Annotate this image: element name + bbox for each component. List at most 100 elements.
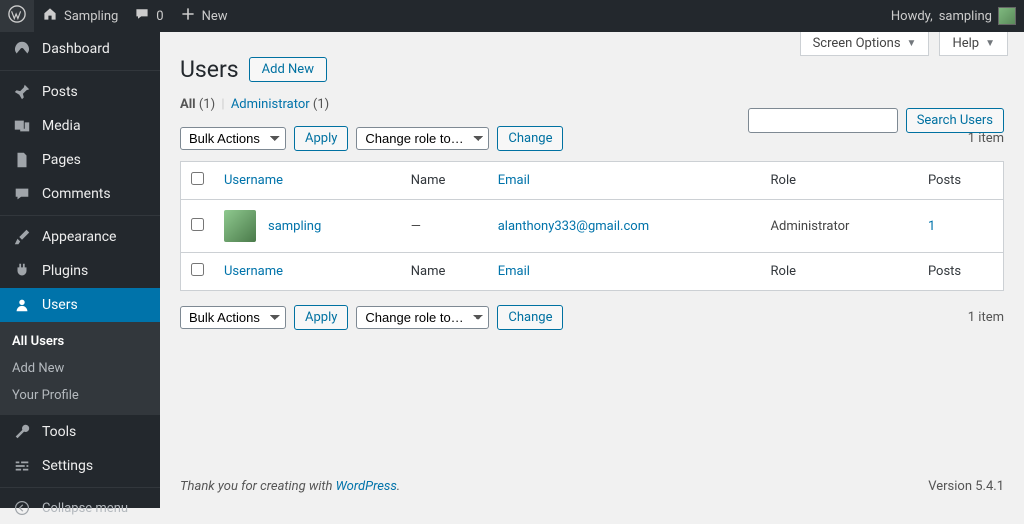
sidebar-item-media[interactable]: Media bbox=[0, 109, 160, 143]
filter-all[interactable]: All bbox=[180, 97, 196, 112]
col-name: Name bbox=[401, 253, 488, 291]
sidebar-item-settings[interactable]: Settings bbox=[0, 449, 160, 483]
col-email[interactable]: Email bbox=[498, 264, 530, 279]
apply-button-bottom[interactable]: Apply bbox=[294, 305, 348, 330]
change-role-select[interactable]: Change role to… bbox=[356, 127, 489, 150]
help-tab[interactable]: Help ▼ bbox=[939, 32, 1008, 56]
submenu-your-profile[interactable]: Your Profile bbox=[0, 382, 160, 409]
new-label: New bbox=[202, 9, 228, 24]
filter-administrator[interactable]: Administrator bbox=[231, 97, 310, 112]
new-content[interactable]: New bbox=[172, 0, 236, 32]
screen-options-label: Screen Options bbox=[813, 36, 901, 51]
site-link[interactable]: Sampling bbox=[34, 0, 126, 32]
sidebar-item-posts[interactable]: Posts bbox=[0, 75, 160, 109]
sidebar-item-comments[interactable]: Comments bbox=[0, 177, 160, 211]
sidebar-item-dashboard[interactable]: Dashboard bbox=[0, 32, 160, 66]
row-role: Administrator bbox=[761, 200, 918, 253]
col-posts: Posts bbox=[918, 253, 1004, 291]
sidebar-item-label: Dashboard bbox=[42, 41, 110, 57]
screen-options-tab[interactable]: Screen Options ▼ bbox=[800, 32, 930, 56]
media-icon bbox=[12, 117, 32, 135]
collapse-menu[interactable]: Collapse menu bbox=[0, 492, 160, 524]
dashboard-icon bbox=[12, 40, 32, 58]
col-role: Role bbox=[761, 162, 918, 200]
comments-count: 0 bbox=[156, 9, 163, 24]
sidebar-submenu-users: All Users Add New Your Profile bbox=[0, 322, 160, 415]
sidebar-item-label: Plugins bbox=[42, 263, 88, 279]
brush-icon bbox=[12, 228, 32, 246]
select-all-bottom[interactable] bbox=[191, 263, 204, 276]
wp-logo[interactable] bbox=[0, 0, 34, 32]
sidebar-item-label: Appearance bbox=[42, 229, 116, 245]
chevron-down-icon: ▼ bbox=[985, 38, 995, 49]
admin-sidebar: Dashboard Posts Media Pages Comments App… bbox=[0, 32, 160, 508]
footer-wp-link[interactable]: WordPress bbox=[336, 479, 397, 494]
comment-icon bbox=[12, 185, 32, 203]
comments-link[interactable]: 0 bbox=[126, 0, 171, 32]
submenu-all-users[interactable]: All Users bbox=[0, 328, 160, 355]
sidebar-item-pages[interactable]: Pages bbox=[0, 143, 160, 177]
bulk-actions-select[interactable]: Bulk Actions bbox=[180, 127, 286, 150]
col-email[interactable]: Email bbox=[498, 173, 530, 188]
wrench-icon bbox=[12, 423, 32, 441]
item-count-bottom: 1 item bbox=[968, 310, 1004, 325]
item-count: 1 item bbox=[968, 131, 1004, 146]
filter-admin-count: (1) bbox=[313, 97, 329, 112]
row-checkbox[interactable] bbox=[191, 218, 204, 231]
col-role: Role bbox=[761, 253, 918, 291]
sidebar-item-label: Posts bbox=[42, 84, 78, 100]
row-username[interactable]: sampling bbox=[268, 219, 321, 234]
admin-toolbar: Sampling 0 New Howdy, sampling bbox=[0, 0, 1024, 32]
footer-version: Version 5.4.1 bbox=[928, 479, 1004, 494]
users-table: Username Name Email Role Posts sampling … bbox=[180, 161, 1004, 291]
plus-icon bbox=[180, 6, 196, 26]
comment-icon bbox=[134, 6, 150, 26]
col-name: Name bbox=[401, 162, 488, 200]
wordpress-icon bbox=[8, 5, 26, 27]
my-account[interactable]: Howdy, sampling bbox=[883, 0, 1024, 32]
search-users-button[interactable]: Search Users bbox=[906, 108, 1004, 133]
row-posts[interactable]: 1 bbox=[928, 219, 935, 234]
avatar bbox=[224, 210, 256, 242]
change-button[interactable]: Change bbox=[497, 126, 563, 151]
change-button-bottom[interactable]: Change bbox=[497, 305, 563, 330]
add-new-button[interactable]: Add New bbox=[249, 57, 327, 82]
help-label: Help bbox=[952, 36, 979, 51]
table-row: sampling — alanthony333@gmail.com Admini… bbox=[181, 200, 1004, 253]
filter-all-count: (1) bbox=[199, 97, 215, 112]
sidebar-item-plugins[interactable]: Plugins bbox=[0, 254, 160, 288]
home-icon bbox=[42, 6, 58, 26]
apply-button[interactable]: Apply bbox=[294, 126, 348, 151]
content-area: Screen Options▼ Help▼ Users Add New All … bbox=[160, 32, 1024, 508]
sidebar-item-users[interactable]: Users bbox=[0, 288, 160, 322]
search-input[interactable] bbox=[748, 108, 898, 133]
site-name: Sampling bbox=[64, 9, 118, 24]
user-icon bbox=[12, 296, 32, 314]
col-posts: Posts bbox=[918, 162, 1004, 200]
sidebar-item-label: Pages bbox=[42, 152, 81, 168]
sidebar-item-label: Tools bbox=[42, 424, 76, 440]
avatar bbox=[998, 7, 1016, 25]
admin-footer: Thank you for creating with WordPress. V… bbox=[160, 465, 1024, 508]
select-all-top[interactable] bbox=[191, 172, 204, 185]
bulk-actions-select-bottom[interactable]: Bulk Actions bbox=[180, 306, 286, 329]
row-email[interactable]: alanthony333@gmail.com bbox=[498, 219, 649, 234]
collapse-label: Collapse menu bbox=[42, 501, 128, 516]
sliders-icon bbox=[12, 457, 32, 475]
tablenav-bottom: Bulk Actions Apply Change role to… Chang… bbox=[180, 305, 1004, 330]
sidebar-item-tools[interactable]: Tools bbox=[0, 415, 160, 449]
search-box: Search Users bbox=[748, 108, 1004, 133]
row-name: — bbox=[401, 200, 488, 253]
sidebar-item-label: Users bbox=[42, 297, 78, 313]
plug-icon bbox=[12, 262, 32, 280]
change-role-select-bottom[interactable]: Change role to… bbox=[356, 306, 489, 329]
howdy-user: sampling bbox=[939, 9, 992, 24]
chevron-down-icon: ▼ bbox=[907, 38, 917, 49]
col-username[interactable]: Username bbox=[224, 173, 283, 188]
col-username[interactable]: Username bbox=[224, 264, 283, 279]
footer-thankyou: Thank you for creating with bbox=[180, 479, 336, 494]
sidebar-item-label: Comments bbox=[42, 186, 111, 202]
sidebar-item-appearance[interactable]: Appearance bbox=[0, 220, 160, 254]
pin-icon bbox=[12, 83, 32, 101]
submenu-add-new[interactable]: Add New bbox=[0, 355, 160, 382]
